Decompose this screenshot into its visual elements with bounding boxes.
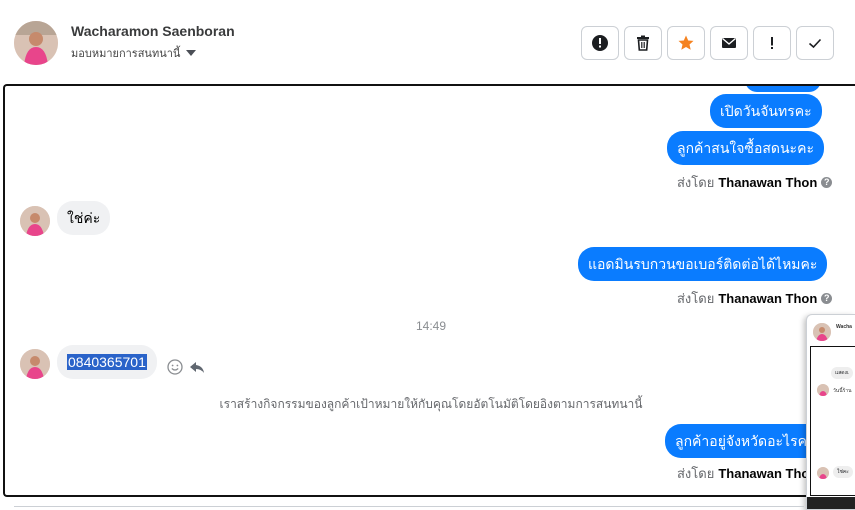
help-icon[interactable]: ? [821,293,833,304]
popup-bottom-bar [807,497,855,509]
outgoing-message[interactable]: ลูกค้าสนใจซื้อสดนะคะ [667,131,824,165]
chat-preview-popup[interactable]: Wacha แสดงเ วันนี้ร้าน ใช่คะ [806,314,855,510]
system-message: เราสร้างกิจกรรมของลูกค้าเป้าหมายให้กับคุ… [219,397,643,411]
message-timestamp: 14:49 [415,319,447,333]
conversation-header: Wacharamon Saenboran มอบหมายการสนทนานี้ [0,0,855,84]
popup-message: แสดงเ [831,367,853,379]
conversation-toolbar [581,26,834,60]
assign-conversation-dropdown[interactable]: มอบหมายการสนทนานี้ [71,44,197,62]
popup-msg-avatar [817,467,829,479]
popup-avatar [813,323,831,341]
popup-name: Wacha [836,324,852,330]
smiley-icon[interactable] [166,358,184,376]
reply-icon[interactable] [188,358,206,376]
report-button[interactable] [581,26,619,60]
message-thread[interactable]: เปิดวันจันทรคะ ลูกค้าสนใจซื้อสดนะคะ ส่งโ… [3,84,855,497]
composer-edge [14,506,804,510]
outgoing-message[interactable]: แอดมินรบกวนขอเบอร์ติดต่อได้ไหมคะ [578,247,828,281]
contact-avatar[interactable] [14,21,58,65]
star-icon [678,35,694,50]
contact-name[interactable]: Wacharamon Saenboran [71,23,235,39]
mark-unread-button[interactable] [710,26,748,60]
contact-avatar-small[interactable] [20,206,50,236]
caret-down-icon [186,50,197,56]
popup-message: ใช่คะ [833,466,853,478]
alert-icon [592,35,608,51]
help-icon[interactable]: ? [821,177,833,188]
incoming-message[interactable]: ใช่ค่ะ [57,201,111,235]
contact-avatar-small[interactable] [20,349,50,379]
trash-icon [637,35,649,51]
sender-name[interactable]: Thanawan Thon [718,291,817,306]
sender-name[interactable]: Thanawan Thon [718,466,817,481]
sent-by-label: ส่งโดย Thanawan Thon [677,466,818,481]
message-actions [166,358,206,376]
flag-button[interactable] [753,26,791,60]
sender-name[interactable]: Thanawan Thon [718,175,817,190]
selected-text[interactable]: 0840365701 [67,354,147,370]
check-icon [808,38,822,49]
popup-msg-avatar [817,384,829,396]
popup-thread: แสดงเ วันนี้ร้าน ใช่คะ [810,346,855,496]
incoming-message-phone[interactable]: 0840365701 [57,345,157,379]
sent-by-label: ส่งโดย Thanawan Thon ? [677,172,833,193]
popup-message: วันนี้ร้าน [833,388,852,394]
star-button[interactable] [667,26,705,60]
outgoing-message-partial [745,86,821,92]
delete-button[interactable] [624,26,662,60]
mark-done-button[interactable] [796,26,834,60]
mail-icon [722,37,736,48]
exclamation-icon [771,37,773,49]
assign-label: มอบหมายการสนทนานี้ [71,48,181,60]
outgoing-message[interactable]: เปิดวันจันทรคะ [710,94,822,128]
sent-by-label: ส่งโดย Thanawan Thon ? [677,288,833,309]
